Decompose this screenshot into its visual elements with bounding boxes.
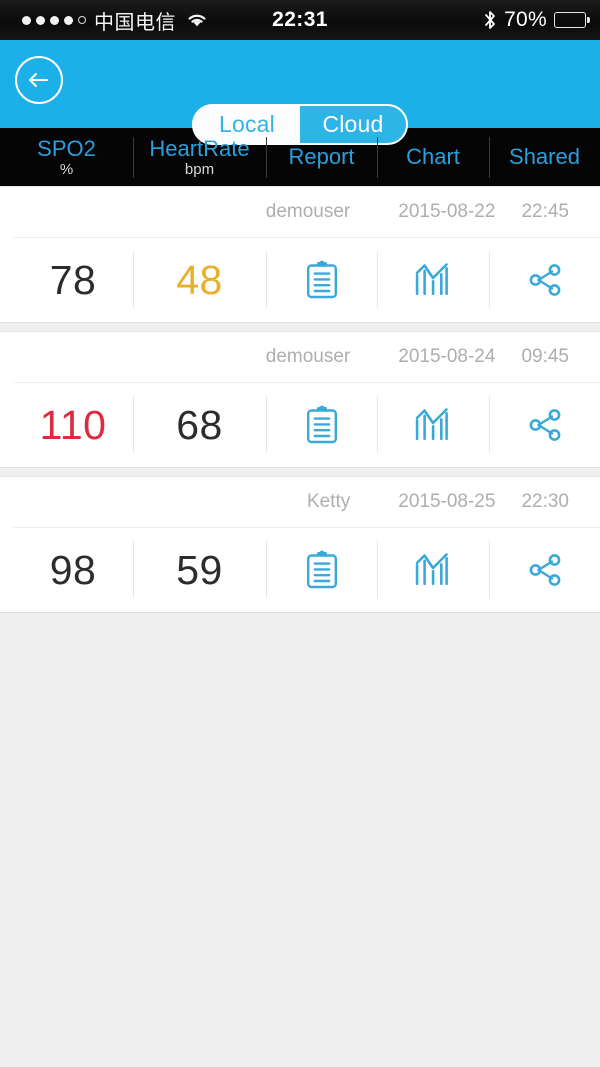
- record-report-cell[interactable]: [266, 528, 377, 612]
- record-heartrate-value: 48: [176, 256, 223, 303]
- record-time: 22:30: [521, 491, 569, 512]
- column-header-spo2: SPO2 %: [0, 128, 133, 186]
- column-header-chart: Chart: [377, 128, 489, 186]
- status-bar: 中国电信 22:31 70%: [0, 0, 600, 40]
- record-date: 2015-08-22: [398, 201, 496, 222]
- record-meta: Ketty 2015-08-25 22:30: [0, 477, 600, 527]
- record-share-cell[interactable]: [489, 383, 600, 467]
- record-meta: demouser 2015-08-24 09:45: [0, 332, 600, 382]
- share-icon[interactable]: [526, 407, 564, 443]
- record-time: 22:45: [521, 201, 569, 222]
- column-header-row: SPO2 % HeartRate bpm Report Chart Shared: [0, 128, 600, 186]
- record-spo2-cell: 110: [13, 383, 133, 467]
- record-heartrate-cell: 68: [133, 383, 266, 467]
- column-header-report-title: Report: [288, 144, 355, 169]
- bar-chart-icon[interactable]: [413, 261, 453, 299]
- record-heartrate-cell: 59: [133, 528, 266, 612]
- table-row[interactable]: demouser 2015-08-24 09:45 110 68: [0, 331, 600, 468]
- record-spo2-cell: 98: [13, 528, 133, 612]
- app-navigation-bar: Local Cloud: [0, 40, 600, 145]
- battery-icon: [554, 12, 590, 28]
- record-user: demouser: [265, 201, 351, 222]
- clipboard-icon[interactable]: [305, 260, 339, 300]
- record-spo2-value: 98: [49, 546, 97, 593]
- column-header-shared: Shared: [489, 128, 600, 186]
- column-header-heartrate: HeartRate bpm: [133, 128, 266, 186]
- status-bar-clock: 22:31: [272, 8, 328, 31]
- share-icon[interactable]: [526, 262, 564, 298]
- bar-chart-icon[interactable]: [413, 551, 453, 589]
- record-spo2-value: 110: [39, 401, 107, 448]
- record-chart-cell[interactable]: [377, 238, 489, 322]
- record-values: 78 48: [13, 237, 600, 322]
- record-heartrate-cell: 48: [133, 238, 266, 322]
- record-user: demouser: [265, 346, 351, 367]
- column-header-spo2-title: SPO2: [37, 136, 96, 161]
- column-header-heartrate-title: HeartRate: [149, 136, 250, 161]
- record-date: 2015-08-24: [398, 346, 496, 367]
- clipboard-icon[interactable]: [305, 550, 339, 590]
- column-header-heartrate-unit: bpm: [184, 161, 215, 178]
- table-row[interactable]: demouser 2015-08-22 22:45 78 48: [0, 186, 600, 323]
- back-arrow-icon: [29, 73, 48, 87]
- record-spo2-value: 78: [49, 256, 97, 303]
- column-header-report: Report: [266, 128, 377, 186]
- back-button[interactable]: [15, 56, 63, 104]
- record-heartrate-value: 68: [176, 401, 223, 448]
- measurement-record-list: demouser 2015-08-22 22:45 78 48 demouser…: [0, 186, 600, 613]
- record-heartrate-value: 59: [176, 546, 223, 593]
- record-share-cell[interactable]: [489, 528, 600, 612]
- record-meta: demouser 2015-08-22 22:45: [0, 187, 600, 237]
- record-values: 98 59: [13, 527, 600, 612]
- record-share-cell[interactable]: [489, 238, 600, 322]
- column-header-spo2-unit: %: [59, 161, 74, 178]
- record-time: 09:45: [521, 346, 569, 367]
- share-icon[interactable]: [526, 552, 564, 588]
- record-user: Ketty: [306, 491, 351, 512]
- record-date: 2015-08-25: [398, 491, 496, 512]
- clipboard-icon[interactable]: [305, 405, 339, 445]
- record-report-cell[interactable]: [266, 238, 377, 322]
- bar-chart-icon[interactable]: [413, 406, 453, 444]
- record-report-cell[interactable]: [266, 383, 377, 467]
- record-values: 110 68: [13, 382, 600, 467]
- record-chart-cell[interactable]: [377, 528, 489, 612]
- record-chart-cell[interactable]: [377, 383, 489, 467]
- column-header-shared-title: Shared: [509, 144, 580, 169]
- table-row[interactable]: Ketty 2015-08-25 22:30 98 59: [0, 476, 600, 613]
- column-header-chart-title: Chart: [406, 144, 460, 169]
- record-spo2-cell: 78: [13, 238, 133, 322]
